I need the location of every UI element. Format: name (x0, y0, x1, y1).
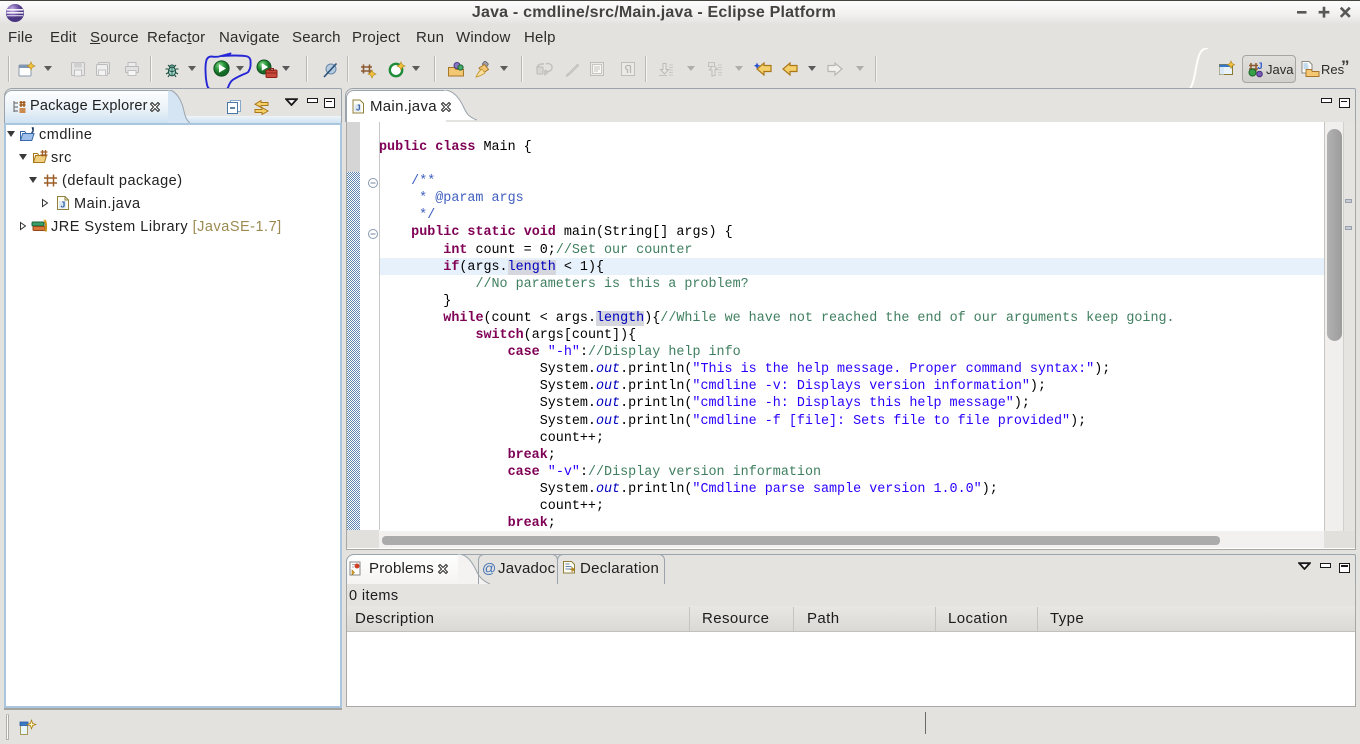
svg-text:J: J (1258, 61, 1263, 71)
svg-text:J: J (356, 104, 360, 113)
svg-text:J: J (61, 200, 66, 210)
